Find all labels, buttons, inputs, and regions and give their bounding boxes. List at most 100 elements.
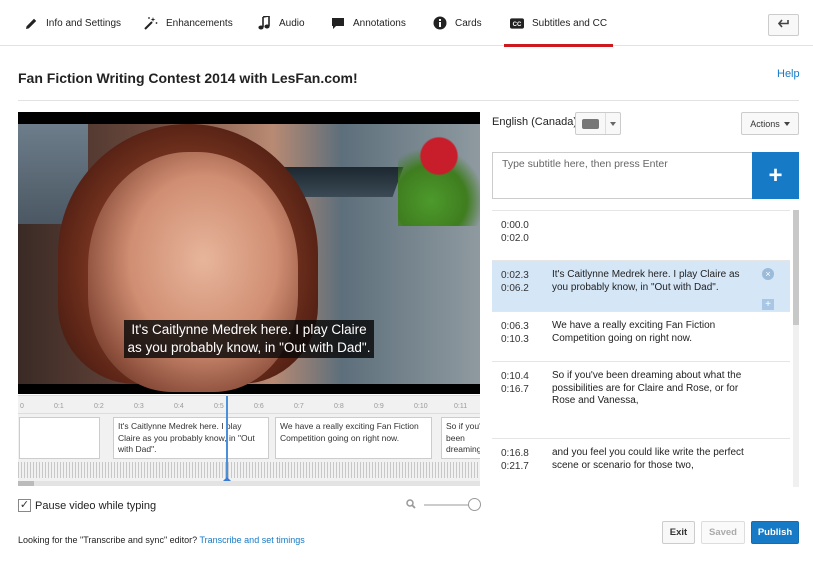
timeline-zoom-slider[interactable] [406,498,481,512]
subtitle-row-selected[interactable]: 0:02.3 0:06.2 It's Caitlynne Medrek here.… [492,261,790,312]
pause-while-typing-label: Pause video while typing [35,499,157,512]
caption-text: It's Caitlynne Medrek here. I play Clair… [123,320,375,358]
video-background [398,126,480,226]
tab-label: Annotations [353,17,406,29]
insert-subtitle-icon[interactable]: + [762,299,774,310]
timeline-tick: 0:11 [454,403,468,410]
back-button[interactable] [768,14,799,36]
transcribe-hint: Looking for the "Transcribe and sync" ed… [18,535,305,545]
pause-while-typing-checkbox[interactable]: ✓ [18,499,31,512]
divider [18,100,799,101]
timeline-tick: 0:8 [334,403,344,410]
transcribe-link[interactable]: Transcribe and set timings [200,535,305,545]
subtitle-row[interactable]: 0:06.3 0:10.3 We have a really exciting F… [492,312,790,362]
subtitle-start[interactable]: 0:02.3 [501,270,529,281]
actions-label: Actions [750,118,780,129]
zoom-magnifier-icon [406,499,416,512]
transcribe-hint-text: Looking for the "Transcribe and sync" ed… [18,535,200,545]
subtitle-times: 0:10.4 0:16.7 [501,370,529,396]
help-link[interactable]: Help [777,68,800,80]
caption-overlay: It's Caitlynne Medrek here. I play Clair… [18,320,480,358]
subtitle-times: 0:00.0 0:02.0 [501,219,529,245]
subtitle-start[interactable]: 0:00.0 [501,220,529,231]
timeline-ruler: 0 0:1 0:2 0:3 0:4 0:5 0:6 0:7 0:8 0:9 0:… [18,396,480,414]
tab-enhancements[interactable]: Enhancements [144,0,233,46]
page-title: Fan Fiction Writing Contest 2014 with Le… [18,70,358,86]
tab-cards[interactable]: Cards [433,0,482,46]
tab-label: Cards [455,17,482,29]
editor-tab-bar: Info and Settings Enhancements Audio Ann… [0,0,813,47]
timeline-cue[interactable]: We have a really exciting Fan Fiction Co… [275,417,432,459]
subtitle-row[interactable]: 0:16.8 0:21.7 and you feel you could like… [492,439,790,487]
pencil-icon [24,16,38,30]
subtitle-list: 0:00.0 0:02.0 0:02.3 0:06.2 It's Caitlynne… [492,210,790,487]
delete-subtitle-icon[interactable]: × [762,268,774,280]
language-label: English (Canada) [492,116,577,128]
timeline-tick: 0:2 [94,403,104,410]
timeline-tick: 0 [20,403,24,410]
tab-label: Enhancements [166,17,233,29]
subtitle-end[interactable]: 0:02.0 [501,233,529,244]
subtitle-row[interactable]: 0:00.0 0:02.0 [492,211,790,261]
subtitle-input[interactable] [492,152,753,199]
timeline-tick: 0:1 [54,403,64,410]
zoom-slider-knob[interactable] [468,498,481,511]
subtitle-text[interactable]: So if you've been dreaming about what th… [552,370,752,408]
actions-dropdown[interactable]: Actions [741,112,799,135]
subtitle-times: 0:06.3 0:10.3 [501,320,529,346]
scrollbar-thumb[interactable] [793,210,799,325]
subtitle-end[interactable]: 0:06.2 [501,283,529,294]
keyboard-icon [582,119,599,129]
subtitle-text[interactable]: It's Caitlynne Medrek here. I play Clair… [552,269,752,294]
svg-text:CC: CC [513,21,522,27]
subtitle-end[interactable]: 0:21.7 [501,461,529,472]
subtitle-row[interactable]: 0:10.4 0:16.7 So if you've been dreaming … [492,362,790,439]
timeline-tick: 0:6 [254,403,264,410]
timeline-tick: 0:4 [174,403,184,410]
tab-label: Audio [279,17,305,29]
timeline-playhead[interactable] [226,396,228,480]
scrollbar-thumb[interactable] [18,481,34,486]
timeline-tick: 0:10 [414,403,428,410]
tab-label: Info and Settings [46,17,122,29]
exit-button[interactable]: Exit [662,521,695,544]
chevron-down-icon [610,122,616,126]
timeline-cue[interactable]: So if you've been dreaming about what th… [441,417,480,459]
subtitle-times: 0:02.3 0:06.2 [501,269,529,295]
music-note-icon [257,16,271,30]
pause-while-typing-option[interactable]: ✓ Pause video while typing [18,499,156,512]
add-subtitle-button[interactable]: + [752,152,799,199]
zoom-slider-track[interactable] [424,504,474,506]
magic-wand-icon [144,16,158,30]
subtitle-end[interactable]: 0:10.3 [501,334,529,345]
timeline-tick: 0:5 [214,403,224,410]
video-player[interactable]: It's Caitlynne Medrek here. I play Clair… [18,112,480,394]
caption-timeline[interactable]: 0 0:1 0:2 0:3 0:4 0:5 0:6 0:7 0:8 0:9 0:… [18,395,480,486]
subtitle-text[interactable]: and you feel you could like write the pe… [552,447,752,472]
timeline-tick: 0:3 [134,403,144,410]
timeline-tick: 0:7 [294,403,304,410]
info-icon [433,16,447,30]
keyboard-shortcuts-button[interactable] [575,112,621,135]
tab-audio[interactable]: Audio [257,0,305,46]
saved-button[interactable]: Saved [701,521,745,544]
subtitle-start[interactable]: 0:10.4 [501,371,529,382]
timeline-scrollbar[interactable] [18,481,480,486]
tab-info-and-settings[interactable]: Info and Settings [24,0,121,46]
back-arrow-icon [777,19,790,31]
timeline-tick: 0:9 [374,403,384,410]
timeline-cue[interactable] [19,417,100,459]
tab-label: Subtitles and CC [532,17,608,29]
audio-waveform [18,462,480,478]
subtitle-start[interactable]: 0:16.8 [501,448,529,459]
tab-annotations[interactable]: Annotations [331,0,406,46]
subtitle-text[interactable]: We have a really exciting Fan Fiction Co… [552,320,752,345]
timeline-cue-selected[interactable]: It's Caitlynne Medrek here. I play Clair… [113,417,269,459]
subtitle-start[interactable]: 0:06.3 [501,321,529,332]
cc-icon: CC [510,16,524,30]
tab-subtitles-and-cc[interactable]: CC Subtitles and CC [503,0,614,47]
subtitle-end[interactable]: 0:16.7 [501,384,529,395]
publish-button[interactable]: Publish [751,521,799,544]
speech-bubble-icon [331,16,345,30]
subtitle-list-scrollbar[interactable] [793,210,799,487]
